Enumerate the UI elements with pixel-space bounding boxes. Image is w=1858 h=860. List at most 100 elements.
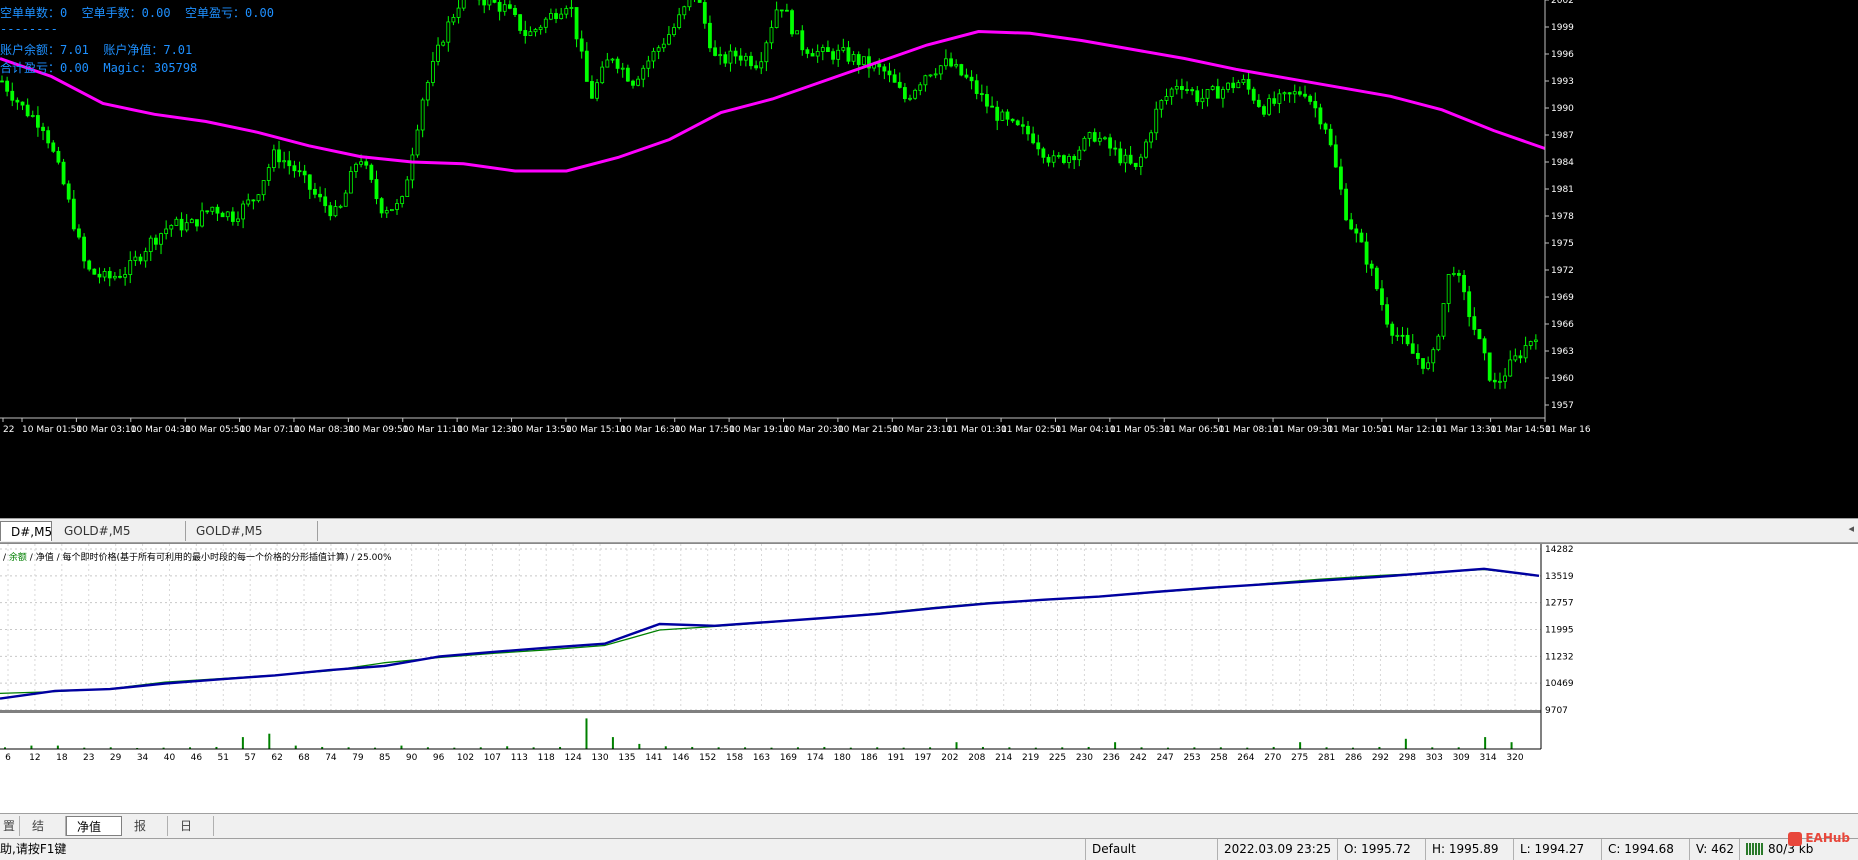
candle-body [902, 87, 907, 100]
candle-body [1133, 162, 1138, 167]
candle-body [1113, 147, 1118, 150]
candle-body [307, 174, 312, 190]
trade-tick-label: 18 [56, 753, 68, 763]
candle-body [1236, 82, 1241, 89]
candle-body [1482, 338, 1487, 354]
price-tick-label: 1960 [1551, 374, 1574, 384]
equity-tick-label: 12757 [1545, 599, 1574, 609]
candle-body [918, 84, 923, 91]
candle-body [1359, 232, 1364, 243]
tab-settings[interactable]: 置 [0, 816, 20, 836]
chart-tab-gold-m5[interactable]: D#,M5 [0, 521, 52, 541]
time-tick-label: 10 Mar 19:10 [729, 425, 789, 435]
candle-body [1421, 358, 1425, 369]
tab-journal[interactable]: 日志 [170, 816, 214, 853]
candle-body [1041, 148, 1046, 158]
candle-body [215, 206, 220, 214]
price-chart[interactable]: 2002 1999 1996 1993 1990 1987 1984 1981 1978 1975… [0, 0, 1858, 518]
trade-tick-label: 6 [5, 753, 11, 763]
candle-body [749, 55, 753, 67]
candle-body [20, 101, 25, 106]
candle-body [1051, 155, 1056, 163]
candle-body [374, 179, 379, 200]
time-tick-label: 10 Mar 11:10 [403, 425, 463, 435]
candle-body [220, 212, 225, 218]
candle-body [1523, 345, 1528, 359]
trade-tick-label: 292 [1372, 753, 1389, 763]
candle-body [723, 54, 728, 64]
moving-average-line [0, 29, 1546, 173]
candle-body [400, 196, 405, 204]
candle-body [1436, 335, 1441, 351]
time-tick-label: 10 Mar 20:30 [784, 425, 844, 435]
candle-body [41, 126, 45, 132]
candle-body [1036, 142, 1041, 150]
candle-body [795, 30, 800, 35]
status-profile[interactable]: Default [1085, 839, 1217, 860]
candle-body [702, 2, 707, 24]
candle-body [1333, 144, 1338, 168]
candle-body [82, 236, 86, 262]
time-tick-label: 11 Mar 13:30 [1436, 425, 1496, 435]
candle-body [1277, 93, 1282, 104]
trade-tick-label: 247 [1157, 753, 1174, 763]
eahub-icon [1788, 831, 1803, 846]
trade-tick-label: 303 [1426, 753, 1443, 763]
candle-body [1020, 124, 1025, 127]
trade-tick-label: 146 [672, 753, 689, 763]
candle-body [297, 170, 302, 173]
trade-tick-label: 107 [484, 753, 501, 763]
trade-tick-label: 242 [1130, 753, 1147, 763]
candle-body [595, 82, 599, 99]
candle-body [1077, 149, 1082, 161]
candle-body [431, 61, 435, 83]
candle-body [292, 165, 297, 172]
trade-tick-label: 264 [1237, 753, 1254, 763]
candle-body [944, 58, 948, 67]
chart-tab-gold-m5-visual-2[interactable]: GOLD#,M5 (visual) [186, 521, 318, 558]
candle-body [718, 54, 723, 57]
price-chart-canvas[interactable]: 2002 1999 1996 1993 1990 1987 1984 1981 1978 1975… [0, 0, 1858, 518]
candle-body [1180, 86, 1184, 90]
tabs-scroll-left-icon[interactable]: ◂ [1848, 522, 1854, 535]
candle-body [1118, 148, 1123, 164]
tab-equity-graph[interactable]: 净值图 [66, 816, 122, 854]
candle-body [425, 82, 430, 101]
candle-body [769, 27, 774, 44]
candle-body [1205, 89, 1210, 99]
candle-body [1441, 303, 1446, 337]
candle-body [1492, 379, 1497, 383]
candle-body [246, 199, 251, 205]
candle-body [625, 67, 630, 82]
trade-tick-label: 51 [218, 753, 229, 763]
candle-body [1282, 92, 1287, 95]
trade-tick-label: 225 [1049, 753, 1066, 763]
price-axis: 2002 1999 1996 1993 1990 1987 1984 1981 1978 1975… [0, 0, 1574, 419]
candle-body [708, 22, 712, 49]
candle-body [759, 61, 764, 69]
candle-body [743, 55, 748, 61]
candle-body [1221, 89, 1225, 99]
chart-tab-gold-m5-visual[interactable]: GOLD#,M5 (visual) [54, 521, 186, 558]
equity-volume-separator [0, 710, 1541, 713]
price-tick-label: 1972 [1551, 266, 1574, 276]
candle-body [1339, 166, 1343, 190]
price-tick-label: 1993 [1551, 77, 1574, 87]
tab-report[interactable]: 报告 [124, 816, 168, 853]
candle-body [1026, 125, 1030, 135]
chart-window-tabs: D#,M5 GOLD#,M5 (visual) GOLD#,M5 (visual… [0, 518, 1858, 558]
candle-body [77, 228, 81, 238]
candle-body [1528, 341, 1533, 346]
time-tick-label: 11 Mar 02:50 [1001, 425, 1061, 435]
time-tick-label: 11 Mar 14:50 [1491, 425, 1551, 435]
candle-body [1231, 82, 1236, 89]
tab-results[interactable]: 结果 [22, 816, 66, 853]
candle-body [230, 211, 235, 222]
candle-body [861, 56, 866, 65]
candle-body [395, 203, 399, 210]
trade-tick-label: 130 [591, 753, 608, 763]
equity-legend: / 余额 / 净值 / 每个即时价格(基于所有可利用的最小时段的每一个价格的分形… [3, 551, 392, 563]
volume-bar [1404, 738, 1407, 749]
candle-body [415, 129, 420, 156]
price-tick-label: 1999 [1551, 23, 1574, 33]
